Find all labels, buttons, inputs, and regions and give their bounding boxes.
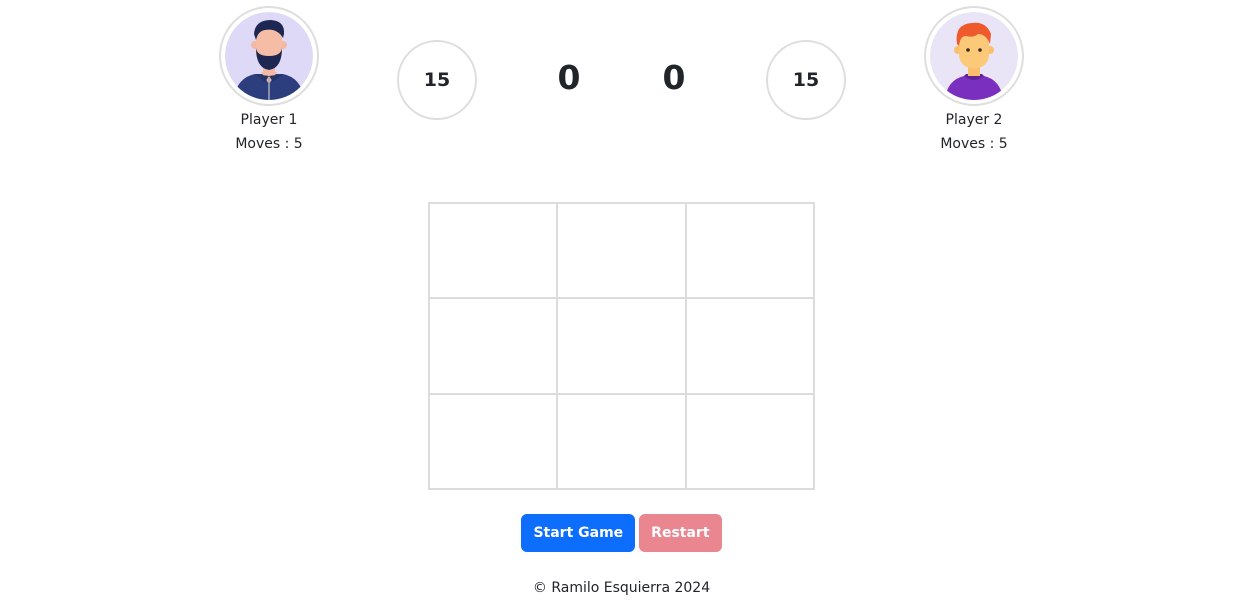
board-cell-8[interactable] [557, 393, 686, 489]
board-cell-9[interactable] [685, 393, 814, 489]
game-board [428, 202, 815, 490]
player-2-timer: 15 [766, 40, 846, 120]
player-2-score: 0 [662, 58, 686, 97]
player-1-avatar [219, 6, 319, 106]
game-controls: Start Game Restart [0, 514, 1243, 552]
player-2-avatar [924, 6, 1024, 106]
red-haired-boy-avatar-icon [930, 12, 1018, 100]
board-cell-1[interactable] [429, 203, 558, 299]
player-1-name: Player 1 [240, 112, 298, 128]
board-cell-4[interactable] [429, 298, 558, 394]
restart-button[interactable]: Restart [639, 514, 722, 552]
player-2-name: Player 2 [945, 112, 1003, 128]
board-cell-6[interactable] [685, 298, 814, 394]
bearded-man-avatar-icon [225, 12, 313, 100]
board-cell-7[interactable] [429, 393, 558, 489]
board-cell-5[interactable] [557, 298, 686, 394]
board-cell-3[interactable] [685, 203, 814, 299]
player-2-moves: Moves : 5 [940, 136, 1008, 152]
player-1-timer: 15 [397, 40, 477, 120]
player-1-panel: Player 1 Moves : 5 [199, 6, 339, 154]
start-game-button[interactable]: Start Game [521, 514, 636, 552]
board-cell-2[interactable] [557, 203, 686, 299]
player-1-score: 0 [557, 58, 581, 97]
player-1-moves: Moves : 5 [235, 136, 303, 152]
footer-copyright: © Ramilo Esquierra 2024 [532, 580, 711, 596]
player-2-panel: Player 2 Moves : 5 [904, 6, 1044, 154]
game-page: Player 1 Moves : 5 15 0 0 15 Player 2 Mo… [0, 0, 1248, 605]
